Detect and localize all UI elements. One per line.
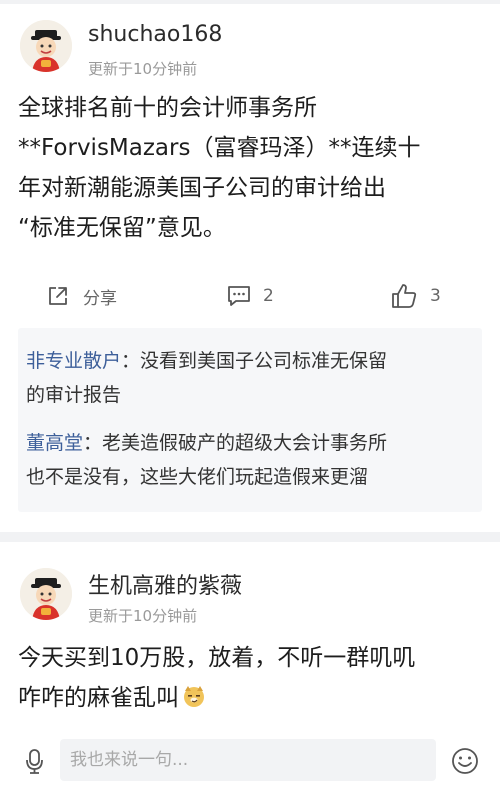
reply-text: 的审计报告: [26, 384, 122, 406]
voice-button[interactable]: [22, 748, 48, 774]
post-text-line: 咋咋的麻雀乱叫: [18, 678, 488, 721]
post-content: 全球排名前十的会计师事务所 **ForvisMazars（富睿玛泽）**连续十 …: [18, 88, 488, 248]
top-separator: [0, 0, 500, 4]
post-actions: 分享 2 3: [0, 278, 500, 314]
post-time: 更新于10分钟前: [88, 60, 198, 78]
comment-icon: [228, 286, 250, 306]
reply-author[interactable]: 董高堂: [26, 432, 83, 454]
avatar[interactable]: [20, 568, 72, 620]
share-label: 分享: [83, 288, 117, 309]
reply-text: ：没看到美国子公司标准无保留: [121, 350, 388, 372]
username[interactable]: 生机高雅的紫薇: [88, 568, 242, 600]
comment-composer: 我也来说一句...: [0, 730, 500, 790]
like-button[interactable]: 3: [390, 278, 441, 314]
post-text-line: 今天买到10万股，放着，不听一群叽叽: [18, 645, 416, 671]
smirk-dog-emoji: [182, 681, 206, 721]
avatar[interactable]: [20, 20, 72, 72]
emoji-button[interactable]: [450, 746, 480, 776]
username[interactable]: shuchao168: [88, 22, 222, 47]
reply-text: ：老美造假破产的超级大会计事务所: [83, 432, 388, 454]
reply-list[interactable]: 非专业散户：没看到美国子公司标准无保留 的审计报告 董高堂：老美造假破产的超级大…: [18, 328, 482, 512]
comment-input[interactable]: 我也来说一句...: [60, 739, 436, 781]
post-text-line: 咋咋的麻雀乱叫: [18, 685, 179, 711]
avatar-icon: [20, 20, 72, 72]
post-separator: [0, 532, 500, 542]
reply-item[interactable]: 董高堂：老美造假破产的超级大会计事务所 也不是没有，这些大佬们玩起造假来更溜: [26, 426, 476, 494]
post-text-line: 全球排名前十的会计师事务所: [18, 95, 317, 121]
reply-text: 也不是没有，这些大佬们玩起造假来更溜: [26, 466, 369, 488]
comment-count: 2: [263, 286, 274, 306]
like-count: 3: [430, 286, 441, 306]
post-text-line: **ForvisMazars（富睿玛泽）**连续十: [18, 135, 421, 161]
post-time: 更新于10分钟前: [88, 607, 198, 625]
reply-item[interactable]: 非专业散户：没看到美国子公司标准无保留 的审计报告: [26, 344, 476, 412]
post-content: 今天买到10万股，放着，不听一群叽叽 咋咋的麻雀乱叫: [18, 638, 488, 721]
avatar-icon: [20, 568, 72, 620]
share-icon: [49, 287, 67, 305]
reply-author[interactable]: 非专业散户: [26, 350, 121, 372]
comment-button[interactable]: 2: [226, 278, 274, 314]
like-icon: [392, 284, 417, 308]
share-button[interactable]: 分享: [46, 278, 117, 314]
microphone-icon: [26, 749, 43, 774]
post-text-line: “标准无保留”意见。: [18, 215, 226, 241]
emoji-icon: [452, 748, 478, 774]
post-text-line: 年对新潮能源美国子公司的审计给出: [18, 175, 386, 201]
